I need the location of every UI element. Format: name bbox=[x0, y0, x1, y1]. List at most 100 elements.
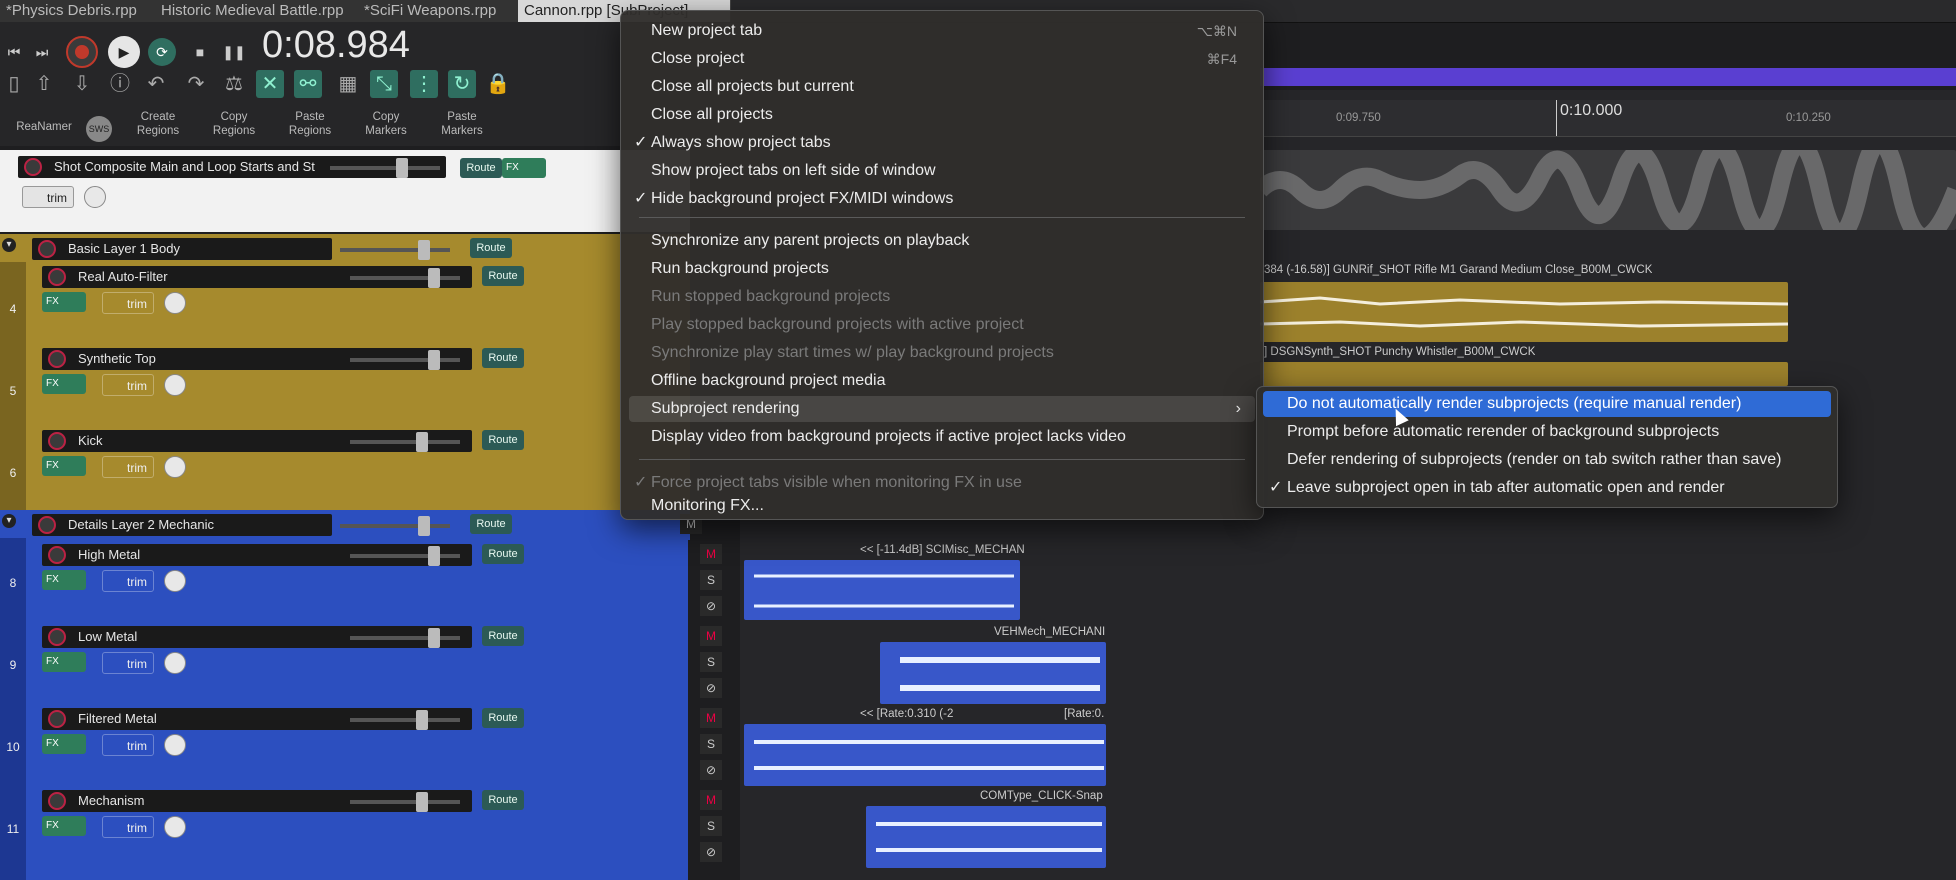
reanamer-label[interactable]: ReaNamer bbox=[4, 120, 84, 134]
volume-knob[interactable] bbox=[164, 292, 186, 314]
menu-item-offline-media[interactable]: Offline background project media bbox=[629, 368, 1255, 394]
trim-button[interactable]: trim bbox=[102, 570, 154, 592]
menu-item-monitoring-fx[interactable]: Monitoring FX... bbox=[629, 495, 1255, 517]
volume-fader[interactable] bbox=[350, 546, 460, 566]
mute-button[interactable]: M bbox=[700, 626, 722, 646]
record-arm-icon[interactable] bbox=[48, 792, 66, 810]
fx-button[interactable]: FX bbox=[42, 816, 86, 836]
project-tab[interactable]: *SciFi Weapons.rpp bbox=[358, 0, 519, 22]
audio-item[interactable] bbox=[866, 806, 1106, 868]
mute-button[interactable]: M bbox=[700, 790, 722, 810]
record-arm-icon[interactable] bbox=[48, 268, 66, 286]
trim-button[interactable]: trim bbox=[102, 374, 154, 396]
record-arm-icon[interactable] bbox=[48, 710, 66, 728]
region-bar[interactable] bbox=[1260, 68, 1956, 86]
volume-fader[interactable] bbox=[350, 432, 460, 452]
fx-button[interactable]: FX bbox=[42, 292, 86, 312]
submenu-item-no-auto-render[interactable]: Do not automatically render subprojects … bbox=[1263, 391, 1831, 417]
fx-button[interactable]: FX bbox=[42, 570, 86, 590]
volume-fader[interactable] bbox=[350, 350, 460, 370]
audio-item[interactable] bbox=[1259, 282, 1789, 342]
track-name[interactable]: Basic Layer 1 Body bbox=[32, 238, 332, 260]
ripple-edit-icon[interactable]: ✕ bbox=[256, 70, 284, 98]
folder-track-row[interactable]: ▾ Details Layer 2 Mechanic Route M bbox=[0, 510, 702, 538]
volume-fader[interactable] bbox=[340, 240, 450, 260]
record-arm-icon[interactable] bbox=[48, 350, 66, 368]
volume-fader[interactable] bbox=[350, 792, 460, 812]
project-tab[interactable]: *Physics Debris.rpp bbox=[0, 0, 163, 22]
fx-button[interactable]: FX bbox=[42, 374, 86, 394]
solo-button[interactable]: S bbox=[700, 652, 722, 672]
track-row[interactable]: 10 Filtered Metal Route FX trim bbox=[0, 704, 690, 786]
volume-fader[interactable] bbox=[350, 268, 460, 288]
menu-item-tabs-left-side[interactable]: Show project tabs on left side of window bbox=[629, 158, 1255, 184]
record-arm-icon[interactable] bbox=[48, 628, 66, 646]
folder-collapse-icon[interactable]: ▾ bbox=[2, 514, 16, 528]
trim-button[interactable]: trim bbox=[102, 456, 154, 478]
menu-item-hide-background-fx[interactable]: ✓ Hide background project FX/MIDI windows bbox=[629, 186, 1255, 212]
volume-fader[interactable] bbox=[350, 628, 460, 648]
menu-item-always-show-tabs[interactable]: ✓ Always show project tabs bbox=[629, 130, 1255, 156]
route-button[interactable]: Route bbox=[470, 514, 512, 534]
fx-button[interactable]: FX bbox=[502, 158, 546, 178]
undo-icon[interactable]: ↶ bbox=[142, 70, 170, 98]
fx-button[interactable]: FX bbox=[42, 652, 86, 672]
submenu-item-prompt-before-rerender[interactable]: Prompt before automatic rerender of back… bbox=[1263, 419, 1831, 445]
copy-regions-button[interactable]: Copy Regions bbox=[194, 110, 274, 138]
play-button[interactable]: ▶ bbox=[108, 36, 140, 68]
menu-item-run-background[interactable]: Run background projects bbox=[629, 256, 1255, 282]
submenu-item-leave-open[interactable]: ✓ Leave subproject open in tab after auto… bbox=[1263, 475, 1831, 501]
menu-item-sync-parent[interactable]: Synchronize any parent projects on playb… bbox=[629, 228, 1255, 254]
audio-item[interactable] bbox=[744, 724, 1106, 786]
volume-fader[interactable] bbox=[330, 158, 440, 178]
volume-knob[interactable] bbox=[84, 186, 106, 208]
menu-item-display-video[interactable]: Display video from background projects i… bbox=[629, 424, 1255, 450]
volume-fader[interactable] bbox=[340, 516, 450, 536]
mute-button[interactable]: M bbox=[700, 708, 722, 728]
route-button[interactable]: Route bbox=[482, 430, 524, 450]
trim-button[interactable]: trim bbox=[102, 652, 154, 674]
track-row[interactable]: Shot Composite Main and Loop Starts and … bbox=[0, 150, 690, 232]
solo-button[interactable]: S bbox=[700, 570, 722, 590]
record-arm-icon[interactable] bbox=[48, 546, 66, 564]
phase-icon[interactable]: ⊘ bbox=[700, 678, 722, 698]
audio-item[interactable] bbox=[1260, 362, 1788, 386]
record-arm-icon[interactable] bbox=[48, 432, 66, 450]
volume-knob[interactable] bbox=[164, 456, 186, 478]
menu-item-new-project-tab[interactable]: New project tab ⌥⌘N bbox=[629, 18, 1255, 44]
route-button[interactable]: Route bbox=[470, 238, 512, 258]
track-name[interactable]: Details Layer 2 Mechanic bbox=[32, 514, 332, 536]
info-icon[interactable]: ⓘ bbox=[106, 70, 134, 98]
route-button[interactable]: Route bbox=[482, 708, 524, 728]
trim-button[interactable]: trim bbox=[102, 292, 154, 314]
paste-markers-button[interactable]: Paste Markers bbox=[422, 110, 502, 138]
volume-knob[interactable] bbox=[164, 734, 186, 756]
timeline-ruler[interactable]: 0:09.750 0:10.000 0:10.250 bbox=[1260, 100, 1956, 137]
route-button[interactable]: Route bbox=[460, 158, 502, 178]
track-row[interactable]: 5 Synthetic Top Route FX trim bbox=[0, 344, 620, 426]
track-row[interactable]: 9 Low Metal Route FX trim bbox=[0, 622, 690, 704]
stop-button[interactable]: ■ bbox=[186, 38, 214, 66]
go-to-end-icon[interactable]: ⏭ bbox=[28, 38, 56, 66]
phase-icon[interactable]: ⊘ bbox=[700, 842, 722, 862]
route-button[interactable]: Route bbox=[482, 266, 524, 286]
route-button[interactable]: Route bbox=[482, 544, 524, 564]
submenu-item-defer-rendering[interactable]: Defer rendering of subprojects (render o… bbox=[1263, 447, 1831, 473]
volume-knob[interactable] bbox=[164, 570, 186, 592]
record-arm-icon[interactable] bbox=[38, 240, 56, 258]
trim-button[interactable]: trim bbox=[22, 186, 74, 208]
time-display[interactable]: 0:08.984 bbox=[262, 24, 410, 67]
folder-track-row[interactable]: ▾ Basic Layer 1 Body Route bbox=[0, 234, 690, 262]
track-row[interactable]: 8 High Metal Route FX trim bbox=[0, 540, 690, 622]
redo-icon[interactable]: ↷ bbox=[182, 70, 210, 98]
copy-markers-button[interactable]: Copy Markers bbox=[346, 110, 426, 138]
solo-button[interactable]: S bbox=[700, 816, 722, 836]
route-button[interactable]: Route bbox=[482, 790, 524, 810]
grid-icon[interactable]: ▦ bbox=[334, 70, 362, 98]
solo-button[interactable]: S bbox=[700, 734, 722, 754]
audio-item[interactable] bbox=[880, 642, 1106, 704]
track-row[interactable]: 11 Mechanism Route FX trim bbox=[0, 786, 690, 868]
menu-item-close-all-but-current[interactable]: Close all projects but current bbox=[629, 74, 1255, 100]
audio-item[interactable] bbox=[744, 560, 1020, 620]
go-to-start-icon[interactable]: ⏮ bbox=[0, 38, 28, 66]
